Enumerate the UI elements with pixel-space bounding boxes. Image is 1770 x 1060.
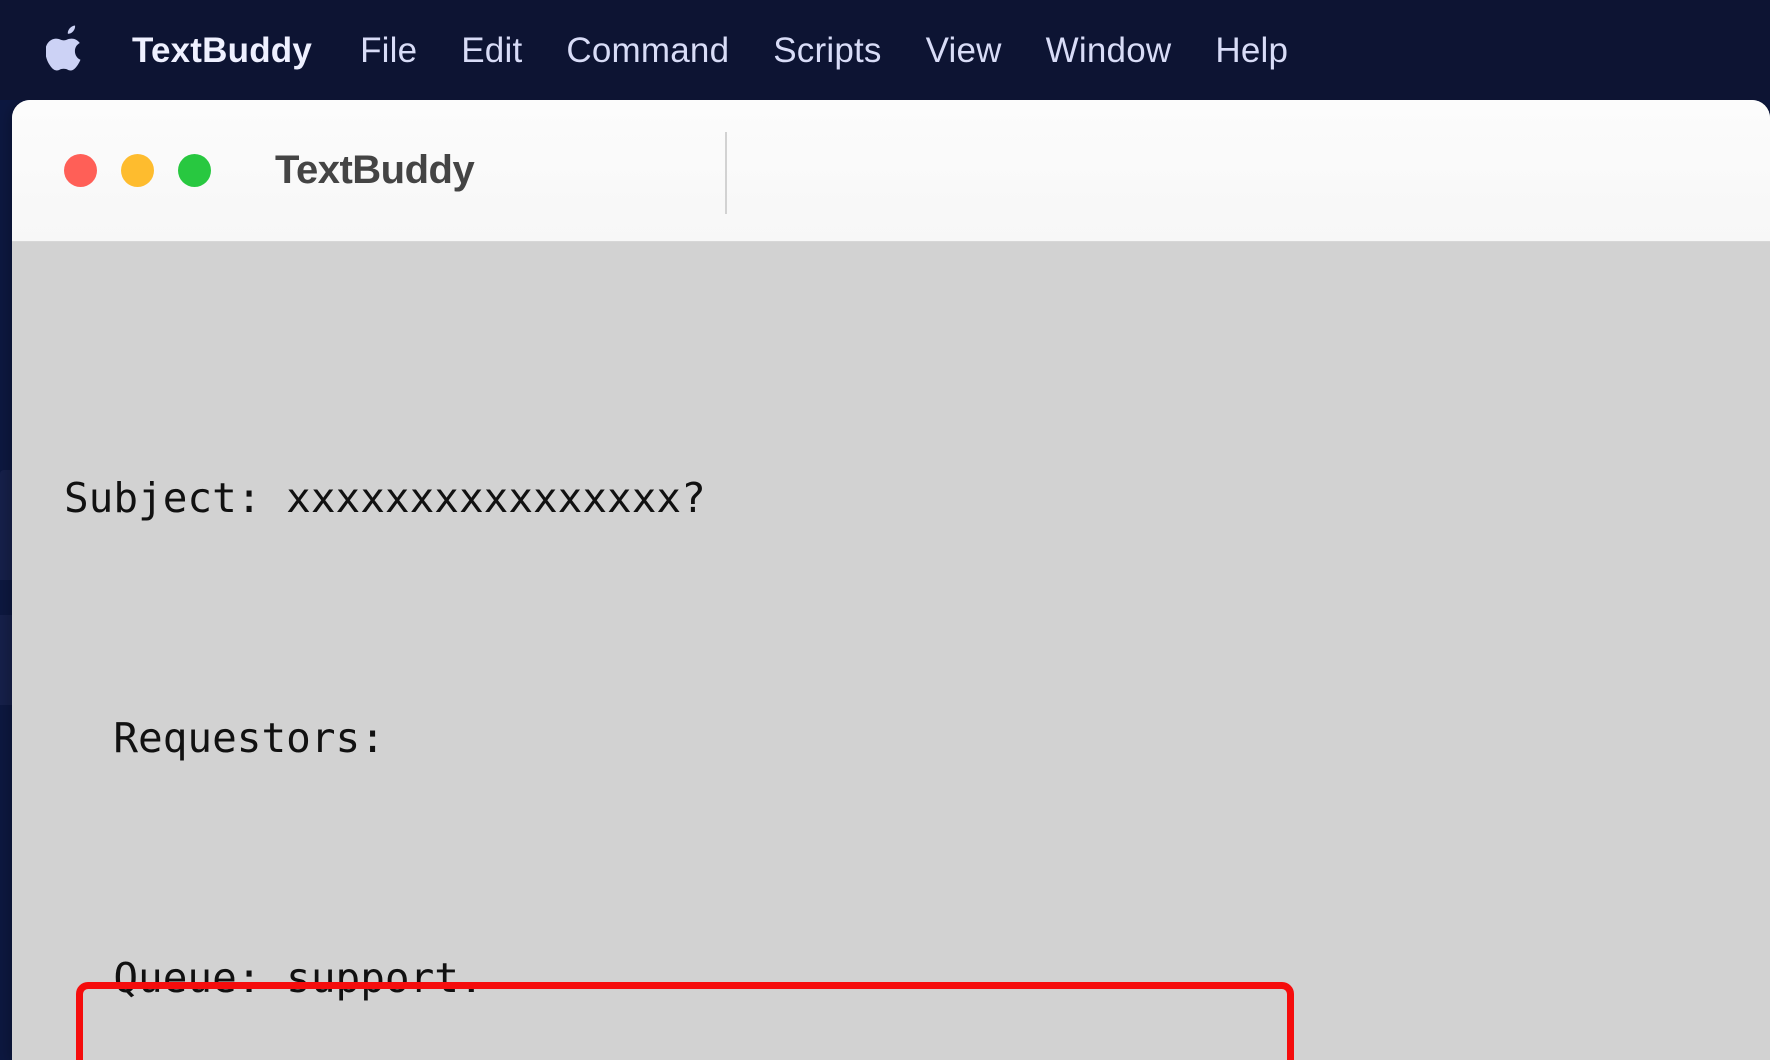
menu-item-view[interactable]: View [904,27,1024,74]
window-title: TextBuddy [275,148,475,192]
menu-item-scripts[interactable]: Scripts [751,27,903,74]
menu-item-textbuddy[interactable]: TextBuddy [132,27,338,74]
titlebar-divider [725,132,727,214]
apple-logo-icon[interactable] [44,22,90,78]
screen: TextBuddy File Edit Command Scripts View… [0,0,1770,1060]
macos-menu-bar: TextBuddy File Edit Command Scripts View… [0,0,1770,100]
menu-item-command[interactable]: Command [544,27,751,74]
traffic-light-controls [64,154,211,187]
menu-item-edit[interactable]: Edit [439,27,544,74]
menu-item-file[interactable]: File [338,27,439,74]
menu-item-help[interactable]: Help [1193,27,1310,74]
minimize-window-button[interactable] [121,154,154,187]
document-line-subject: Subject: xxxxxxxxxxxxxxxx? [64,474,706,522]
close-window-button[interactable] [64,154,97,187]
menu-item-window[interactable]: Window [1024,27,1194,74]
document-text-area[interactable]: Subject: xxxxxxxxxxxxxxxx? Requestors: Q… [12,242,1770,1060]
document-content: Subject: xxxxxxxxxxxxxxxx? Requestors: Q… [12,298,1770,1060]
window-titlebar[interactable]: TextBuddy [12,100,1770,242]
document-line-requestors: Requestors: [64,714,385,762]
zoom-window-button[interactable] [178,154,211,187]
textbuddy-window: TextBuddy Subject: xxxxxxxxxxxxxxxx? Req… [12,100,1770,1060]
document-line-queue: Queue: support. [64,954,484,1002]
